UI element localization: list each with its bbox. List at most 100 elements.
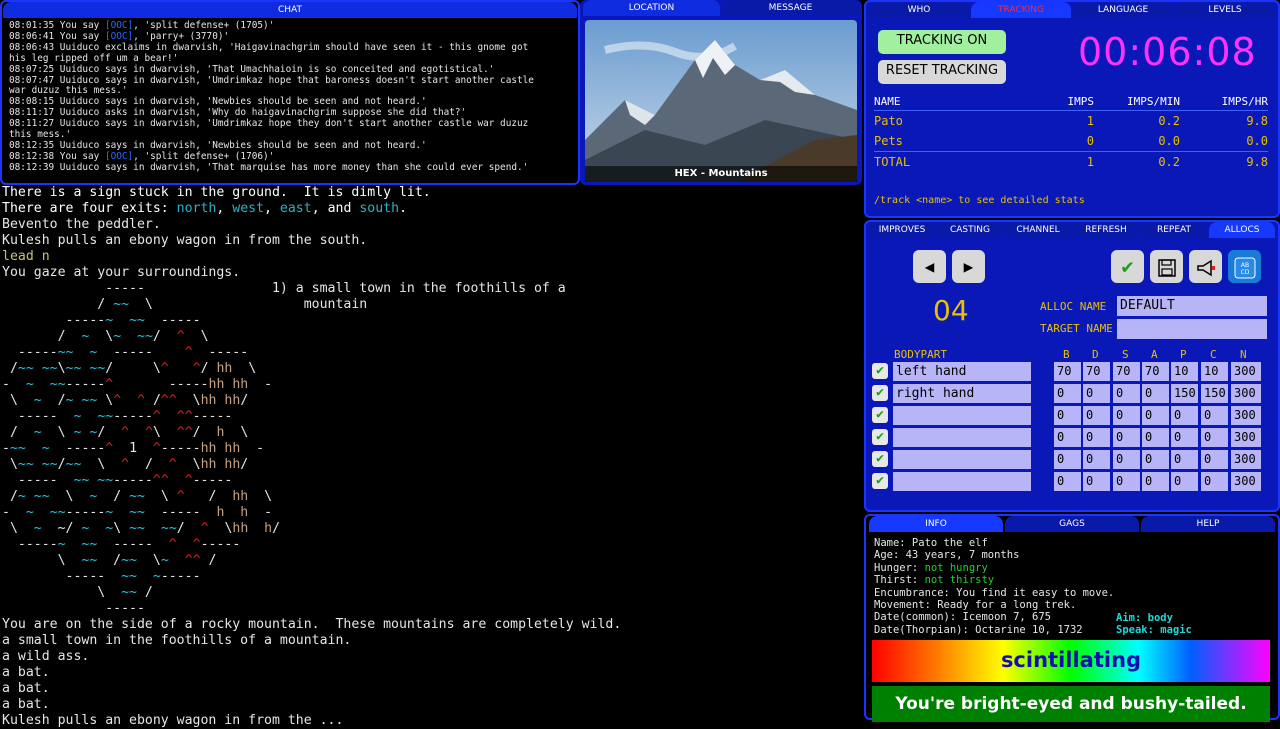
target-name-input[interactable]: [1117, 319, 1267, 339]
tracking-on-button[interactable]: TRACKING ON: [878, 30, 1006, 54]
exit-south[interactable]: south: [359, 201, 399, 216]
reset-tracking-button[interactable]: RESET TRACKING: [878, 60, 1006, 84]
alloc-value-field[interactable]: 300: [1231, 428, 1261, 447]
bodypart-field[interactable]: [893, 450, 1031, 469]
tab-improves[interactable]: IMPROVES: [869, 222, 935, 238]
tab-info[interactable]: INFO: [869, 516, 1003, 532]
alloc-value-field[interactable]: 300: [1231, 450, 1261, 469]
alloc-value-field[interactable]: 0: [1083, 428, 1110, 447]
tab-location[interactable]: LOCATION: [583, 0, 720, 16]
alloc-row: ✔ left hand 70 70 70 70 10 10 300: [872, 362, 1272, 381]
alloc-value-field[interactable]: 0: [1083, 450, 1110, 469]
row-checkbox-icon[interactable]: ✔: [872, 385, 888, 401]
apply-alloc-button[interactable]: ✔: [1111, 250, 1144, 283]
alloc-value-field[interactable]: 0: [1113, 384, 1140, 403]
prev-alloc-button[interactable]: ◀: [913, 250, 946, 283]
right-top-tabs: WHO TRACKING LANGUAGE LEVELS: [868, 2, 1276, 18]
tab-casting[interactable]: CASTING: [937, 222, 1003, 238]
desc-line: You are on the side of a rocky mountain.…: [2, 617, 622, 632]
alloc-value-field[interactable]: 0: [1201, 472, 1228, 491]
alloc-value-field[interactable]: 0: [1201, 450, 1228, 469]
bodypart-field[interactable]: left hand: [893, 362, 1031, 381]
alloc-value-field[interactable]: 0: [1201, 428, 1228, 447]
tab-channel[interactable]: CHANNEL: [1005, 222, 1071, 238]
tab-refresh[interactable]: REFRESH: [1073, 222, 1139, 238]
tab-tracking[interactable]: TRACKING: [971, 2, 1071, 18]
alloc-name-input[interactable]: DEFAULT: [1117, 296, 1267, 316]
exit-west[interactable]: west: [232, 201, 264, 216]
total-name: TOTAL: [874, 151, 1024, 172]
alloc-value-field[interactable]: 70: [1083, 362, 1110, 381]
announce-alloc-button[interactable]: [1189, 250, 1222, 283]
alloc-value-field[interactable]: 300: [1231, 384, 1261, 403]
row-checkbox-icon[interactable]: ✔: [872, 451, 888, 467]
alloc-value-field[interactable]: 0: [1142, 406, 1169, 425]
save-alloc-button[interactable]: [1150, 250, 1183, 283]
alloc-col-s: S: [1122, 348, 1129, 361]
abcd-button[interactable]: AB CD: [1228, 250, 1261, 283]
svg-text:AB: AB: [1240, 262, 1248, 269]
alloc-value-field[interactable]: 0: [1113, 472, 1140, 491]
alloc-col-b: B: [1063, 348, 1070, 361]
alloc-value-field[interactable]: 300: [1231, 362, 1261, 381]
room-line: There is a sign stuck in the ground. It …: [2, 185, 431, 200]
next-alloc-button[interactable]: ▶: [952, 250, 985, 283]
aim-value: body: [1147, 612, 1173, 624]
tab-help[interactable]: HELP: [1141, 516, 1275, 532]
alloc-value-field[interactable]: 0: [1054, 428, 1081, 447]
tab-who[interactable]: WHO: [869, 2, 969, 18]
exit-north[interactable]: north: [177, 201, 217, 216]
tab-language[interactable]: LANGUAGE: [1073, 2, 1173, 18]
alloc-value-field[interactable]: 0: [1201, 406, 1228, 425]
alloc-value-field[interactable]: 70: [1142, 362, 1169, 381]
alloc-value-field[interactable]: 0: [1113, 450, 1140, 469]
exit-east[interactable]: east: [280, 201, 312, 216]
alloc-value-field[interactable]: 150: [1201, 384, 1228, 403]
col-imps: IMPS: [1024, 92, 1094, 111]
bodypart-field[interactable]: [893, 428, 1031, 447]
tab-allocs[interactable]: ALLOCS: [1209, 222, 1275, 238]
tab-chat[interactable]: CHAT: [3, 2, 577, 18]
alloc-value-field[interactable]: 0: [1054, 450, 1081, 469]
alloc-value-field[interactable]: 0: [1083, 384, 1110, 403]
alloc-value-field[interactable]: 70: [1113, 362, 1140, 381]
bodypart-field[interactable]: [893, 472, 1031, 491]
alloc-value-field[interactable]: 300: [1231, 472, 1261, 491]
row-checkbox-icon[interactable]: ✔: [872, 473, 888, 489]
alloc-value-field[interactable]: 0: [1171, 472, 1198, 491]
bodypart-label: BODYPART: [894, 348, 947, 361]
alloc-value-field[interactable]: 70: [1054, 362, 1081, 381]
alloc-value-field[interactable]: 0: [1083, 406, 1110, 425]
alloc-value-field[interactable]: 0: [1083, 472, 1110, 491]
alloc-value-field[interactable]: 0: [1142, 384, 1169, 403]
alloc-value-field[interactable]: 0: [1142, 428, 1169, 447]
bodypart-field[interactable]: [893, 406, 1031, 425]
alloc-value-field[interactable]: 0: [1171, 428, 1198, 447]
alloc-value-field[interactable]: 0: [1054, 384, 1081, 403]
bodypart-field[interactable]: right hand: [893, 384, 1031, 403]
alloc-value-field[interactable]: 0: [1171, 406, 1198, 425]
alloc-value-field[interactable]: 0: [1113, 428, 1140, 447]
alloc-row: ✔ 0 0 0 0 0 0 300: [872, 472, 1272, 491]
alloc-value-field[interactable]: 300: [1231, 406, 1261, 425]
alloc-value-field[interactable]: 10: [1171, 362, 1198, 381]
tab-gags[interactable]: GAGS: [1005, 516, 1139, 532]
info-hunger-label: Hunger:: [874, 561, 925, 574]
alloc-value-field[interactable]: 150: [1171, 384, 1198, 403]
ooc-tag: [OOC]: [104, 20, 134, 31]
tab-levels[interactable]: LEVELS: [1175, 2, 1275, 18]
alloc-name-label: ALLOC NAME: [1040, 300, 1107, 313]
row-checkbox-icon[interactable]: ✔: [872, 407, 888, 423]
tab-message[interactable]: MESSAGE: [722, 0, 859, 16]
row-checkbox-icon[interactable]: ✔: [872, 429, 888, 445]
alloc-value-field[interactable]: 10: [1201, 362, 1228, 381]
npc-line: Bevento the peddler.: [2, 217, 161, 232]
alloc-value-field[interactable]: 0: [1142, 450, 1169, 469]
tab-repeat[interactable]: REPEAT: [1141, 222, 1207, 238]
row-checkbox-icon[interactable]: ✔: [872, 363, 888, 379]
alloc-value-field[interactable]: 0: [1113, 406, 1140, 425]
alloc-value-field[interactable]: 0: [1171, 450, 1198, 469]
alloc-value-field[interactable]: 0: [1054, 406, 1081, 425]
alloc-value-field[interactable]: 0: [1142, 472, 1169, 491]
alloc-value-field[interactable]: 0: [1054, 472, 1081, 491]
